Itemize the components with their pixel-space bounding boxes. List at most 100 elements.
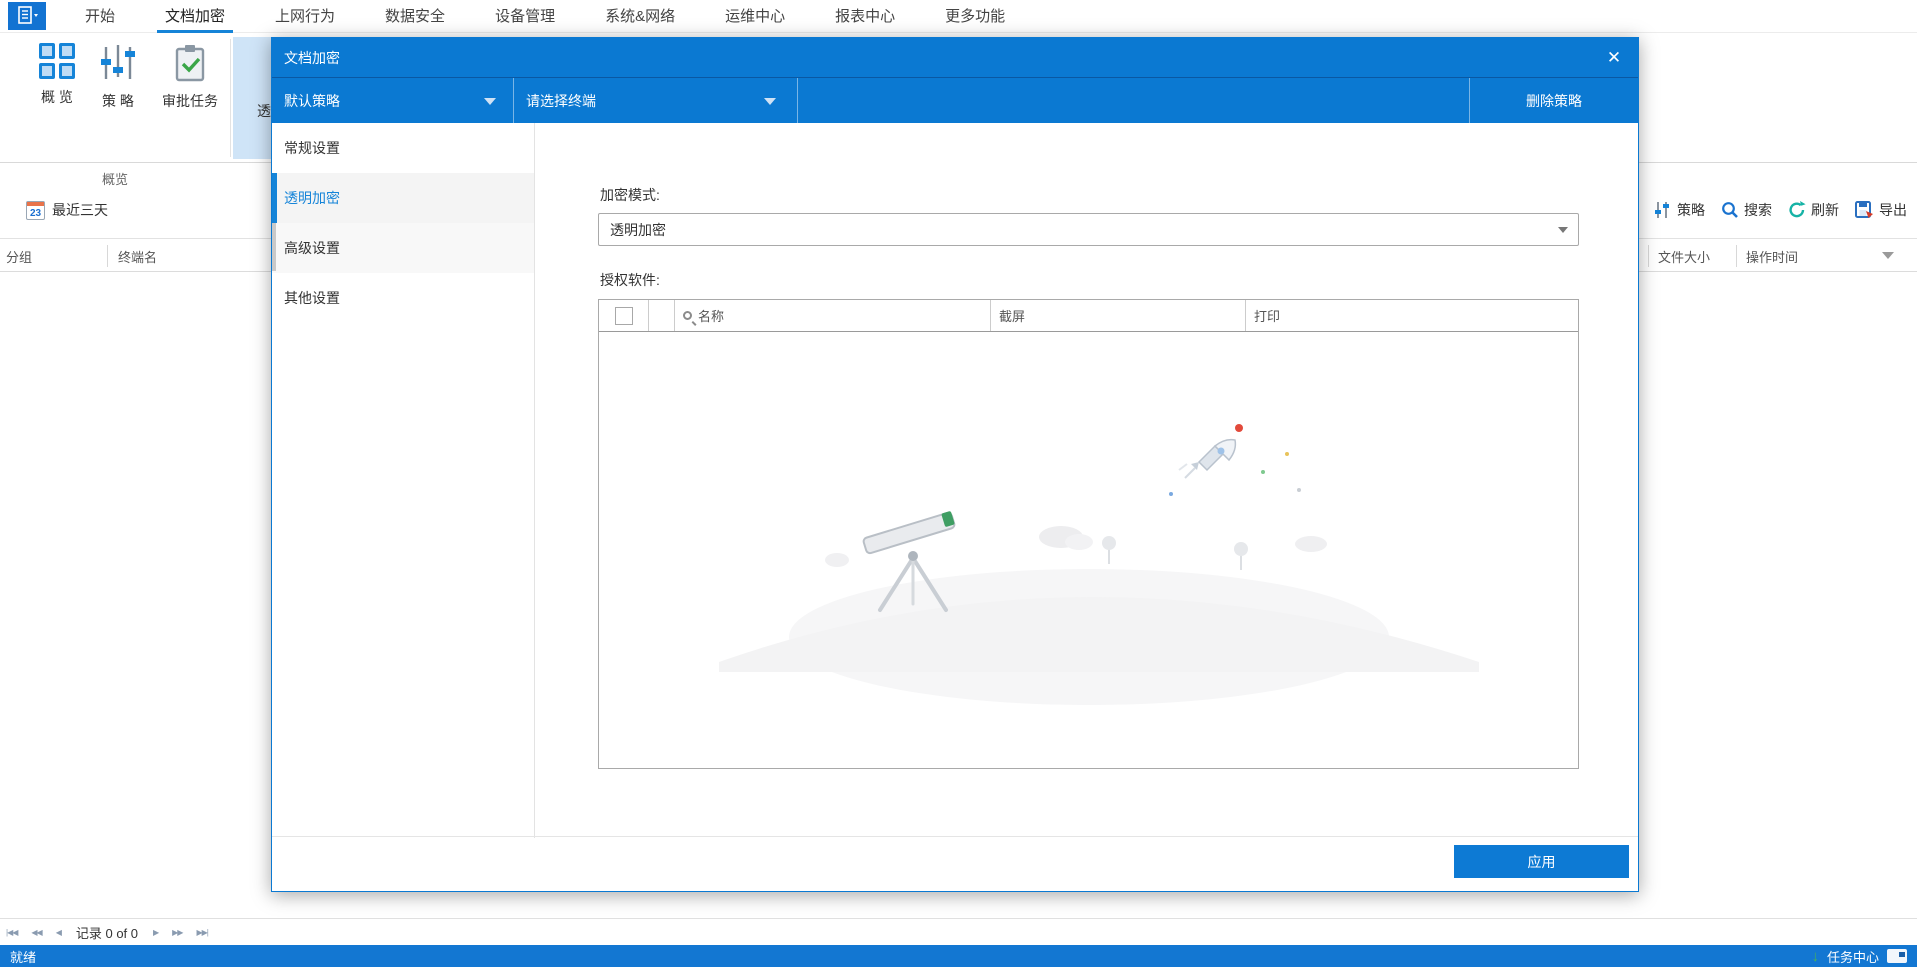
delete-policy-button[interactable]: 删除策略 xyxy=(1469,78,1638,124)
record-count: 记录 0 of 0 xyxy=(75,925,138,941)
tab-more-features[interactable]: 更多功能 xyxy=(943,0,1007,34)
tool-label: 导出 xyxy=(1879,202,1907,218)
software-table-body-empty xyxy=(599,332,1578,768)
authorized-software-table: 名称 截屏 打印 xyxy=(598,299,1579,769)
column-header-terminal[interactable]: 终端名 xyxy=(118,247,157,266)
column-separator xyxy=(1736,245,1737,267)
fast-prev-button[interactable]: ◀◀ xyxy=(31,928,42,937)
column-header-name[interactable]: 名称 xyxy=(674,300,990,331)
clipboard-check-icon xyxy=(175,45,205,82)
search-tool-button[interactable]: 搜索 xyxy=(1721,200,1772,220)
tab-web-behavior[interactable]: 上网行为 xyxy=(273,0,337,34)
column-header-screenshot[interactable]: 截屏 xyxy=(990,300,1245,331)
authorized-software-label: 授权软件: xyxy=(600,272,660,288)
policy-dropdown-value: 默认策略 xyxy=(284,93,340,109)
tool-label: 搜索 xyxy=(1744,202,1772,218)
tab-device-mgmt[interactable]: 设备管理 xyxy=(493,0,557,34)
checkbox-column xyxy=(599,300,648,331)
chevron-down-icon xyxy=(1558,227,1568,233)
ribbon-group-separator xyxy=(230,39,231,157)
last-page-button[interactable]: ▶▶| xyxy=(196,928,208,937)
ribbon-button-approval-tasks[interactable]: 审批任务 xyxy=(150,37,230,141)
sliders-icon xyxy=(1655,202,1669,218)
encryption-mode-select[interactable]: 透明加密 xyxy=(598,213,1579,246)
chevron-down-icon[interactable] xyxy=(1882,252,1894,259)
column-header-label: 截屏 xyxy=(999,309,1026,324)
grid-icon xyxy=(39,43,75,79)
status-text: 就绪 xyxy=(10,949,37,965)
ribbon-group-label: 概览 xyxy=(101,172,128,187)
dialog-title: 文档加密 xyxy=(284,49,340,66)
chevron-down-icon xyxy=(484,98,496,105)
ribbon-button-label: 策 略 xyxy=(102,93,134,109)
doc-encryption-dialog: 文档加密 ✕ 默认策略 请选择终端 删除策略 常规设置 透明加密 高级设置 其他… xyxy=(271,37,1639,892)
toolbar-separator xyxy=(797,78,798,124)
policy-dropdown[interactable]: 默认策略 xyxy=(272,78,513,124)
main-nav: 开始 文档加密 上网行为 数据安全 设备管理 系统&网络 运维中心 报表中心 更… xyxy=(83,0,1007,34)
tab-report-center[interactable]: 报表中心 xyxy=(833,0,897,34)
refresh-tool-button[interactable]: 刷新 xyxy=(1788,200,1839,220)
date-filter-label: 最近三天 xyxy=(52,202,108,218)
task-monitor-icon[interactable] xyxy=(1887,949,1907,963)
download-arrow-icon: ↓ xyxy=(1811,947,1819,965)
apply-button[interactable]: 应用 xyxy=(1454,845,1629,878)
select-all-checkbox[interactable] xyxy=(614,306,633,325)
pagination-bar: |◀◀ ◀◀ ◀ 记录 0 of 0 ▶ ▶▶ ▶▶| xyxy=(0,918,1917,945)
tab-system-network[interactable]: 系统&网络 xyxy=(603,0,677,34)
close-icon[interactable]: ✕ xyxy=(1602,46,1626,70)
dialog-content: 加密模式: 透明加密 授权软件: 名称 截屏 打印 xyxy=(535,123,1638,836)
app-logo-icon xyxy=(18,6,38,24)
encryption-mode-label: 加密模式: xyxy=(600,187,660,203)
sidebar-item-general[interactable]: 常规设置 xyxy=(272,123,534,173)
dialog-title-bar: 文档加密 ✕ xyxy=(272,38,1638,77)
software-table-header: 名称 截屏 打印 xyxy=(599,300,1578,332)
encryption-mode-value: 透明加密 xyxy=(610,221,666,238)
tab-home[interactable]: 开始 xyxy=(83,0,117,34)
chevron-down-icon xyxy=(764,98,776,105)
status-bar: 就绪 ↓ 任务中心 xyxy=(0,945,1917,967)
ribbon-button-label: 概 览 xyxy=(41,89,73,105)
calendar-icon: 23 xyxy=(26,200,45,220)
dialog-footer: 应用 xyxy=(272,836,1638,891)
list-toolbar: 策略 搜索 刷新 导出 xyxy=(1655,200,1907,220)
sliders-icon xyxy=(101,45,135,79)
tab-doc-encryption[interactable]: 文档加密 xyxy=(157,0,234,34)
column-header-filesize[interactable]: 文件大小 xyxy=(1658,247,1710,266)
ribbon-button-policy[interactable]: 策 略 xyxy=(86,37,150,141)
tool-label: 刷新 xyxy=(1811,202,1839,218)
tool-label: 策略 xyxy=(1677,202,1705,218)
column-header-optime[interactable]: 操作时间 xyxy=(1746,247,1798,266)
sidebar-item-transparent-encryption[interactable]: 透明加密 xyxy=(272,173,534,223)
rocket xyxy=(1178,438,1237,479)
search-icon xyxy=(683,311,692,320)
fast-next-button[interactable]: ▶▶ xyxy=(172,928,183,937)
date-range-filter[interactable]: 23 最近三天 xyxy=(26,200,108,220)
column-header-label: 名称 xyxy=(698,309,725,324)
export-icon xyxy=(1855,201,1873,218)
empty-state-illustration xyxy=(719,424,1479,705)
search-icon xyxy=(1722,202,1738,218)
refresh-icon xyxy=(1789,201,1806,218)
sidebar-item-advanced[interactable]: 高级设置 xyxy=(272,223,534,273)
sidebar-item-other[interactable]: 其他设置 xyxy=(272,273,534,323)
column-separator xyxy=(1648,245,1649,267)
app-logo-button[interactable] xyxy=(8,2,46,30)
terminal-dropdown[interactable]: 请选择终端 xyxy=(514,78,797,124)
tab-data-security[interactable]: 数据安全 xyxy=(383,0,447,34)
export-tool-button[interactable]: 导出 xyxy=(1855,200,1907,220)
column-header-print[interactable]: 打印 xyxy=(1245,300,1578,331)
task-center-button[interactable]: 任务中心 xyxy=(1827,947,1879,966)
column-header-label: 打印 xyxy=(1254,309,1281,324)
dialog-toolbar: 默认策略 请选择终端 删除策略 xyxy=(272,77,1638,124)
policy-tool-button[interactable]: 策略 xyxy=(1655,200,1705,220)
menu-bar: 开始 文档加密 上网行为 数据安全 设备管理 系统&网络 运维中心 报表中心 更… xyxy=(0,0,1917,34)
ribbon-button-label: 审批任务 xyxy=(162,93,218,109)
dialog-sidebar: 常规设置 透明加密 高级设置 其他设置 xyxy=(272,123,535,838)
prev-page-button[interactable]: ◀ xyxy=(56,928,62,937)
next-page-button[interactable]: ▶ xyxy=(153,928,159,937)
terminal-dropdown-value: 请选择终端 xyxy=(526,93,596,109)
column-header-group[interactable]: 分组 xyxy=(6,247,32,266)
tab-ops-center[interactable]: 运维中心 xyxy=(723,0,787,34)
empty-column xyxy=(648,300,674,331)
first-page-button[interactable]: |◀◀ xyxy=(6,928,18,937)
